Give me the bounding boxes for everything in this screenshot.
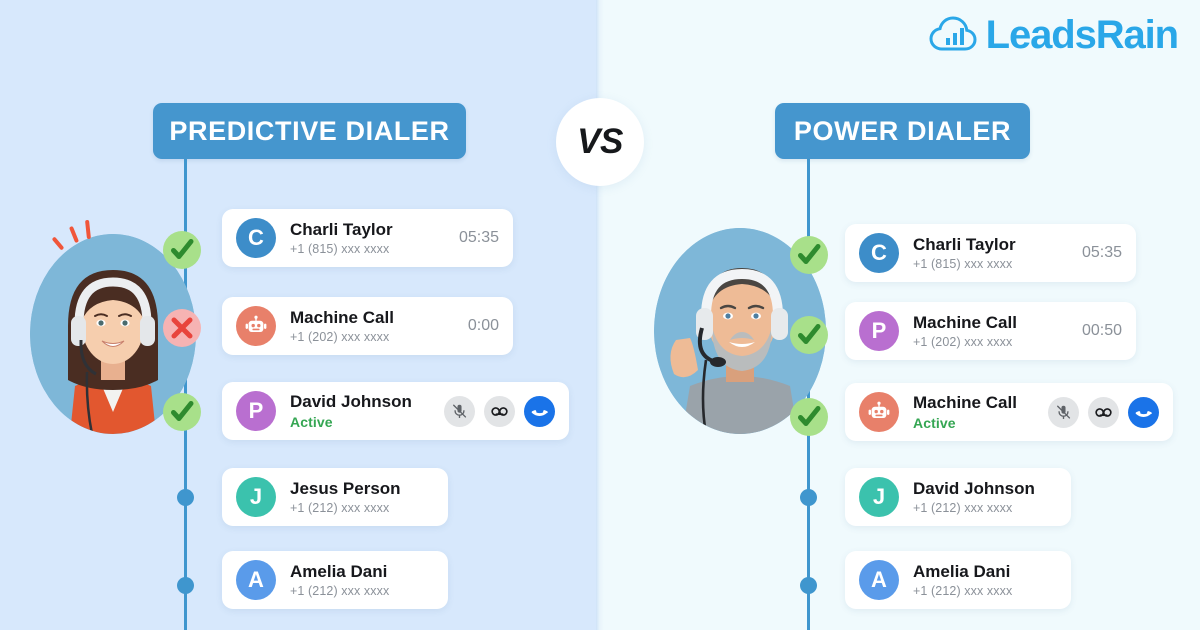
mute-microphone-icon[interactable] xyxy=(1048,396,1079,428)
spark-line-1 xyxy=(68,225,80,244)
call-info: Jesus Person +1 (212) xxx xxxx xyxy=(276,479,434,515)
avatar: P xyxy=(236,391,276,431)
call-status: Active xyxy=(913,414,956,431)
check-icon-right-3 xyxy=(790,398,828,436)
call-duration: 05:35 xyxy=(458,229,499,246)
comparison-infographic: LeadsRain PREDICTIVE DIALER POWER DIALER… xyxy=(0,0,1200,630)
mute-microphone-icon[interactable] xyxy=(444,395,475,427)
cross-icon-left-1 xyxy=(163,309,201,347)
panel-divider xyxy=(596,0,604,630)
contact-name: Charli Taylor xyxy=(290,220,393,240)
predictive-dialer-header: PREDICTIVE DIALER xyxy=(153,103,466,159)
hangup-phone-icon[interactable] xyxy=(524,395,555,427)
spark-line-2 xyxy=(85,219,91,240)
timeline-dot-right-2 xyxy=(800,577,817,594)
contact-name: Machine Call xyxy=(290,308,394,328)
call-card-left-1[interactable]: C Charli Taylor +1 (815) xxx xxxx 05:35 xyxy=(222,209,513,267)
contact-name: Jesus Person xyxy=(290,479,401,499)
check-icon-right-2 xyxy=(790,316,828,354)
call-duration: 00:50 xyxy=(1081,322,1122,339)
avatar: P xyxy=(859,311,899,351)
check-icon-left-2 xyxy=(163,393,201,431)
timeline-dot-left-2 xyxy=(177,577,194,594)
vs-label: VS xyxy=(577,122,623,161)
call-card-right-4[interactable]: J David Johnson +1 (212) xxx xxxx xyxy=(845,468,1071,526)
cloud-bar-chart-icon xyxy=(928,12,980,58)
robot-icon xyxy=(859,392,899,432)
call-info: Charli Taylor +1 (815) xxx xxxx xyxy=(899,235,1072,271)
leadsrain-logo[interactable]: LeadsRain xyxy=(928,12,1179,58)
call-info: Charli Taylor +1 (815) xxx xxxx xyxy=(276,220,449,256)
call-card-right-2[interactable]: P Machine Call +1 (202) xxx xxxx 00:50 xyxy=(845,302,1136,360)
call-actions xyxy=(432,395,555,427)
call-info: David Johnson +1 (212) xxx xxxx xyxy=(899,479,1057,515)
contact-name: Machine Call xyxy=(913,393,1017,413)
call-card-right-1[interactable]: C Charli Taylor +1 (815) xxx xxxx 05:35 xyxy=(845,224,1136,282)
contact-name: Machine Call xyxy=(913,313,1017,333)
contact-phone: +1 (815) xxx xxxx xyxy=(290,241,390,256)
contact-phone: +1 (202) xxx xxxx xyxy=(290,329,390,344)
call-info: Machine Call +1 (202) xxx xxxx xyxy=(276,308,458,344)
call-actions xyxy=(1036,396,1159,428)
power-dialer-label: POWER DIALER xyxy=(793,115,1012,146)
avatar: A xyxy=(236,560,276,600)
call-info: Amelia Dani +1 (212) xxx xxxx xyxy=(899,562,1057,598)
call-card-right-5[interactable]: A Amelia Dani +1 (212) xxx xxxx xyxy=(845,551,1071,609)
contact-phone: +1 (212) xxx xxxx xyxy=(913,583,1013,598)
spark-line-3 xyxy=(51,236,65,251)
contact-name: Amelia Dani xyxy=(290,562,388,582)
call-card-left-2[interactable]: Machine Call +1 (202) xxx xxxx 0:00 xyxy=(222,297,513,355)
logo-wordmark: LeadsRain xyxy=(985,13,1179,57)
call-card-left-4[interactable]: J Jesus Person +1 (212) xxx xxxx xyxy=(222,468,448,526)
call-status: Active xyxy=(290,413,333,430)
avatar: C xyxy=(859,233,899,273)
avatar: J xyxy=(859,477,899,517)
robot-icon xyxy=(236,306,276,346)
contact-phone: +1 (212) xxx xxxx xyxy=(290,500,390,515)
voicemail-icon[interactable] xyxy=(484,395,515,427)
avatar: J xyxy=(236,477,276,517)
call-card-left-5[interactable]: A Amelia Dani +1 (212) xxx xxxx xyxy=(222,551,448,609)
contact-name: David Johnson xyxy=(913,479,1035,499)
contact-phone: +1 (815) xxx xxxx xyxy=(913,256,1013,271)
predictive-dialer-label: PREDICTIVE DIALER xyxy=(169,115,450,146)
contact-name: Amelia Dani xyxy=(913,562,1011,582)
timeline-dot-left-1 xyxy=(177,489,194,506)
check-icon-right-1 xyxy=(790,236,828,274)
check-icon-left-1 xyxy=(163,231,201,269)
voicemail-icon[interactable] xyxy=(1088,396,1119,428)
vs-badge: VS xyxy=(556,98,644,186)
avatar: C xyxy=(236,218,276,258)
contact-phone: +1 (212) xxx xxxx xyxy=(290,583,390,598)
contact-name: David Johnson xyxy=(290,392,412,412)
power-dialer-header: POWER DIALER xyxy=(775,103,1030,159)
call-info: Amelia Dani +1 (212) xxx xxxx xyxy=(276,562,434,598)
contact-name: Charli Taylor xyxy=(913,235,1016,255)
call-info: David Johnson Active xyxy=(276,392,432,430)
contact-phone: +1 (212) xxx xxxx xyxy=(913,500,1013,515)
timeline-dot-right-1 xyxy=(800,489,817,506)
call-info: Machine Call +1 (202) xxx xxxx xyxy=(899,313,1072,349)
hangup-phone-icon[interactable] xyxy=(1128,396,1159,428)
avatar: A xyxy=(859,560,899,600)
call-card-left-3-active[interactable]: P David Johnson Active xyxy=(222,382,569,440)
call-duration: 0:00 xyxy=(467,317,499,334)
contact-phone: +1 (202) xxx xxxx xyxy=(913,334,1013,349)
call-duration: 05:35 xyxy=(1081,244,1122,261)
call-card-right-3-active[interactable]: Machine Call Active xyxy=(845,383,1173,441)
call-info: Machine Call Active xyxy=(899,393,1036,431)
